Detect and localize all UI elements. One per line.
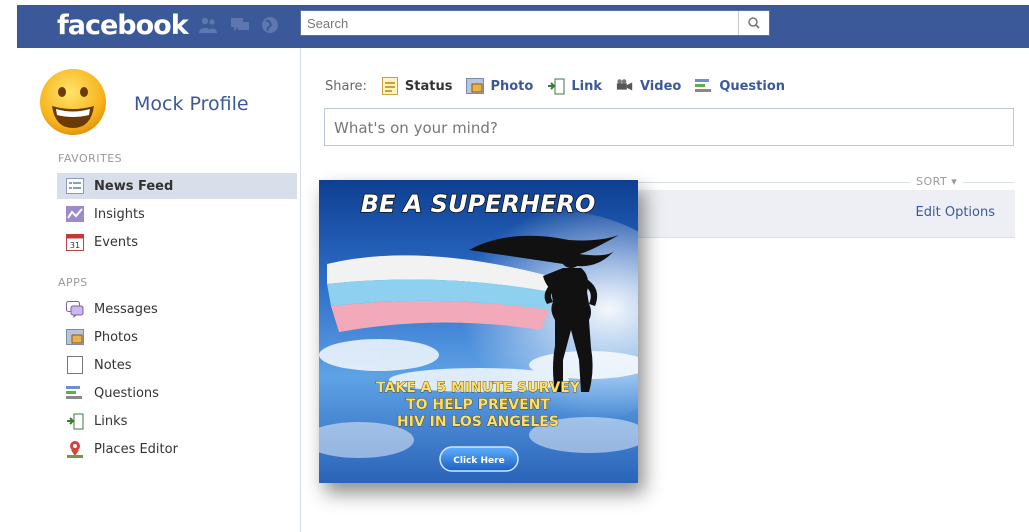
notes-icon [66, 356, 84, 374]
sidebar-item-label: Events [94, 234, 139, 250]
sidebar-item-places-editor[interactable]: Places Editor [57, 436, 297, 462]
notifications-globe-icon[interactable] [260, 16, 280, 34]
sidebar-item-label: Places Editor [94, 441, 178, 457]
sidebar-item-photos[interactable]: Photos [57, 324, 297, 350]
sidebar-item-label: Links [94, 413, 128, 429]
video-icon [616, 77, 634, 95]
link-icon [547, 77, 565, 95]
share-status-tab[interactable]: Status [381, 77, 453, 95]
sidebar-item-events[interactable]: 31 Events [57, 229, 297, 255]
sidebar-item-questions[interactable]: Questions [57, 380, 297, 406]
share-photo-label: Photo [490, 78, 534, 94]
sidebar-item-label: Notes [94, 357, 132, 373]
sidebar-item-label: Photos [94, 329, 138, 345]
sidebar-item-insights[interactable]: Insights [57, 201, 297, 227]
apps-heading: APPS [58, 276, 88, 289]
status-composer [324, 108, 1014, 146]
ad-click-here-button[interactable]: Click Here [439, 446, 519, 472]
sidebar-item-notes[interactable]: Notes [57, 352, 297, 378]
events-icon: 31 [66, 233, 84, 251]
search-icon [748, 17, 760, 29]
places-editor-icon [66, 440, 84, 458]
messages-icon [66, 300, 84, 318]
sidebar-item-messages[interactable]: Messages [57, 296, 297, 322]
share-status-label: Status [404, 78, 453, 94]
favorites-heading: FAVORITES [58, 152, 123, 165]
share-link-label: Link [571, 78, 602, 94]
ad-click-here-label: Click Here [453, 456, 504, 466]
sidebar-item-label: Questions [94, 385, 159, 401]
sidebar-item-label: Insights [94, 206, 145, 222]
search-box [300, 10, 770, 36]
share-video-tab[interactable]: Video [616, 77, 681, 95]
question-icon [695, 77, 713, 95]
sidebar-item-links[interactable]: Links [57, 408, 297, 434]
share-video-label: Video [639, 78, 682, 94]
messages-jewel-icon[interactable] [230, 16, 250, 34]
sort-dropdown[interactable]: SORT ▾ [910, 175, 964, 188]
edit-options-link[interactable]: Edit Options [916, 205, 995, 220]
links-icon [66, 412, 84, 430]
photos-icon [66, 328, 84, 346]
photo-icon [466, 77, 485, 95]
facebook-logo[interactable]: facebook [57, 10, 189, 41]
svg-text:31: 31 [70, 241, 80, 250]
status-input[interactable] [334, 118, 984, 138]
share-label: Share: [325, 78, 367, 94]
ad-body-line-1: TAKE A 5 MINUTE SURVEY [376, 380, 581, 396]
sidebar-item-label: News Feed [94, 178, 174, 194]
top-bar: facebook [0, 0, 1029, 48]
ad-headline: BE A SUPERHERO [361, 190, 596, 218]
search-input[interactable] [307, 14, 732, 32]
avatar[interactable] [39, 68, 107, 136]
friend-requests-icon[interactable] [198, 16, 218, 34]
sidebar-item-news-feed[interactable]: News Feed [57, 173, 297, 199]
left-sidebar: Mock Profile FAVORITES News Feed Insight… [0, 48, 301, 532]
insights-icon [66, 205, 84, 223]
questions-icon [66, 384, 84, 402]
news-feed-icon [66, 177, 84, 195]
ad-body-line-2: TO HELP PREVENT [406, 397, 550, 413]
status-icon [381, 77, 399, 95]
share-question-tab[interactable]: Question [695, 77, 785, 95]
share-link-tab[interactable]: Link [547, 77, 602, 95]
superhero-survey-ad[interactable]: BE A SUPERHERO TAKE A 5 MINUTE SURVEY TO… [319, 180, 638, 483]
profile-name-link[interactable]: Mock Profile [134, 93, 249, 115]
search-button[interactable] [738, 11, 769, 35]
share-bar: Share: Status Photo Link Video Question [325, 76, 799, 96]
ad-body-line-3: HIV IN LOS ANGELES [397, 414, 559, 430]
sidebar-item-label: Messages [94, 301, 158, 317]
share-photo-tab[interactable]: Photo [466, 77, 533, 95]
share-question-label: Question [719, 78, 786, 94]
